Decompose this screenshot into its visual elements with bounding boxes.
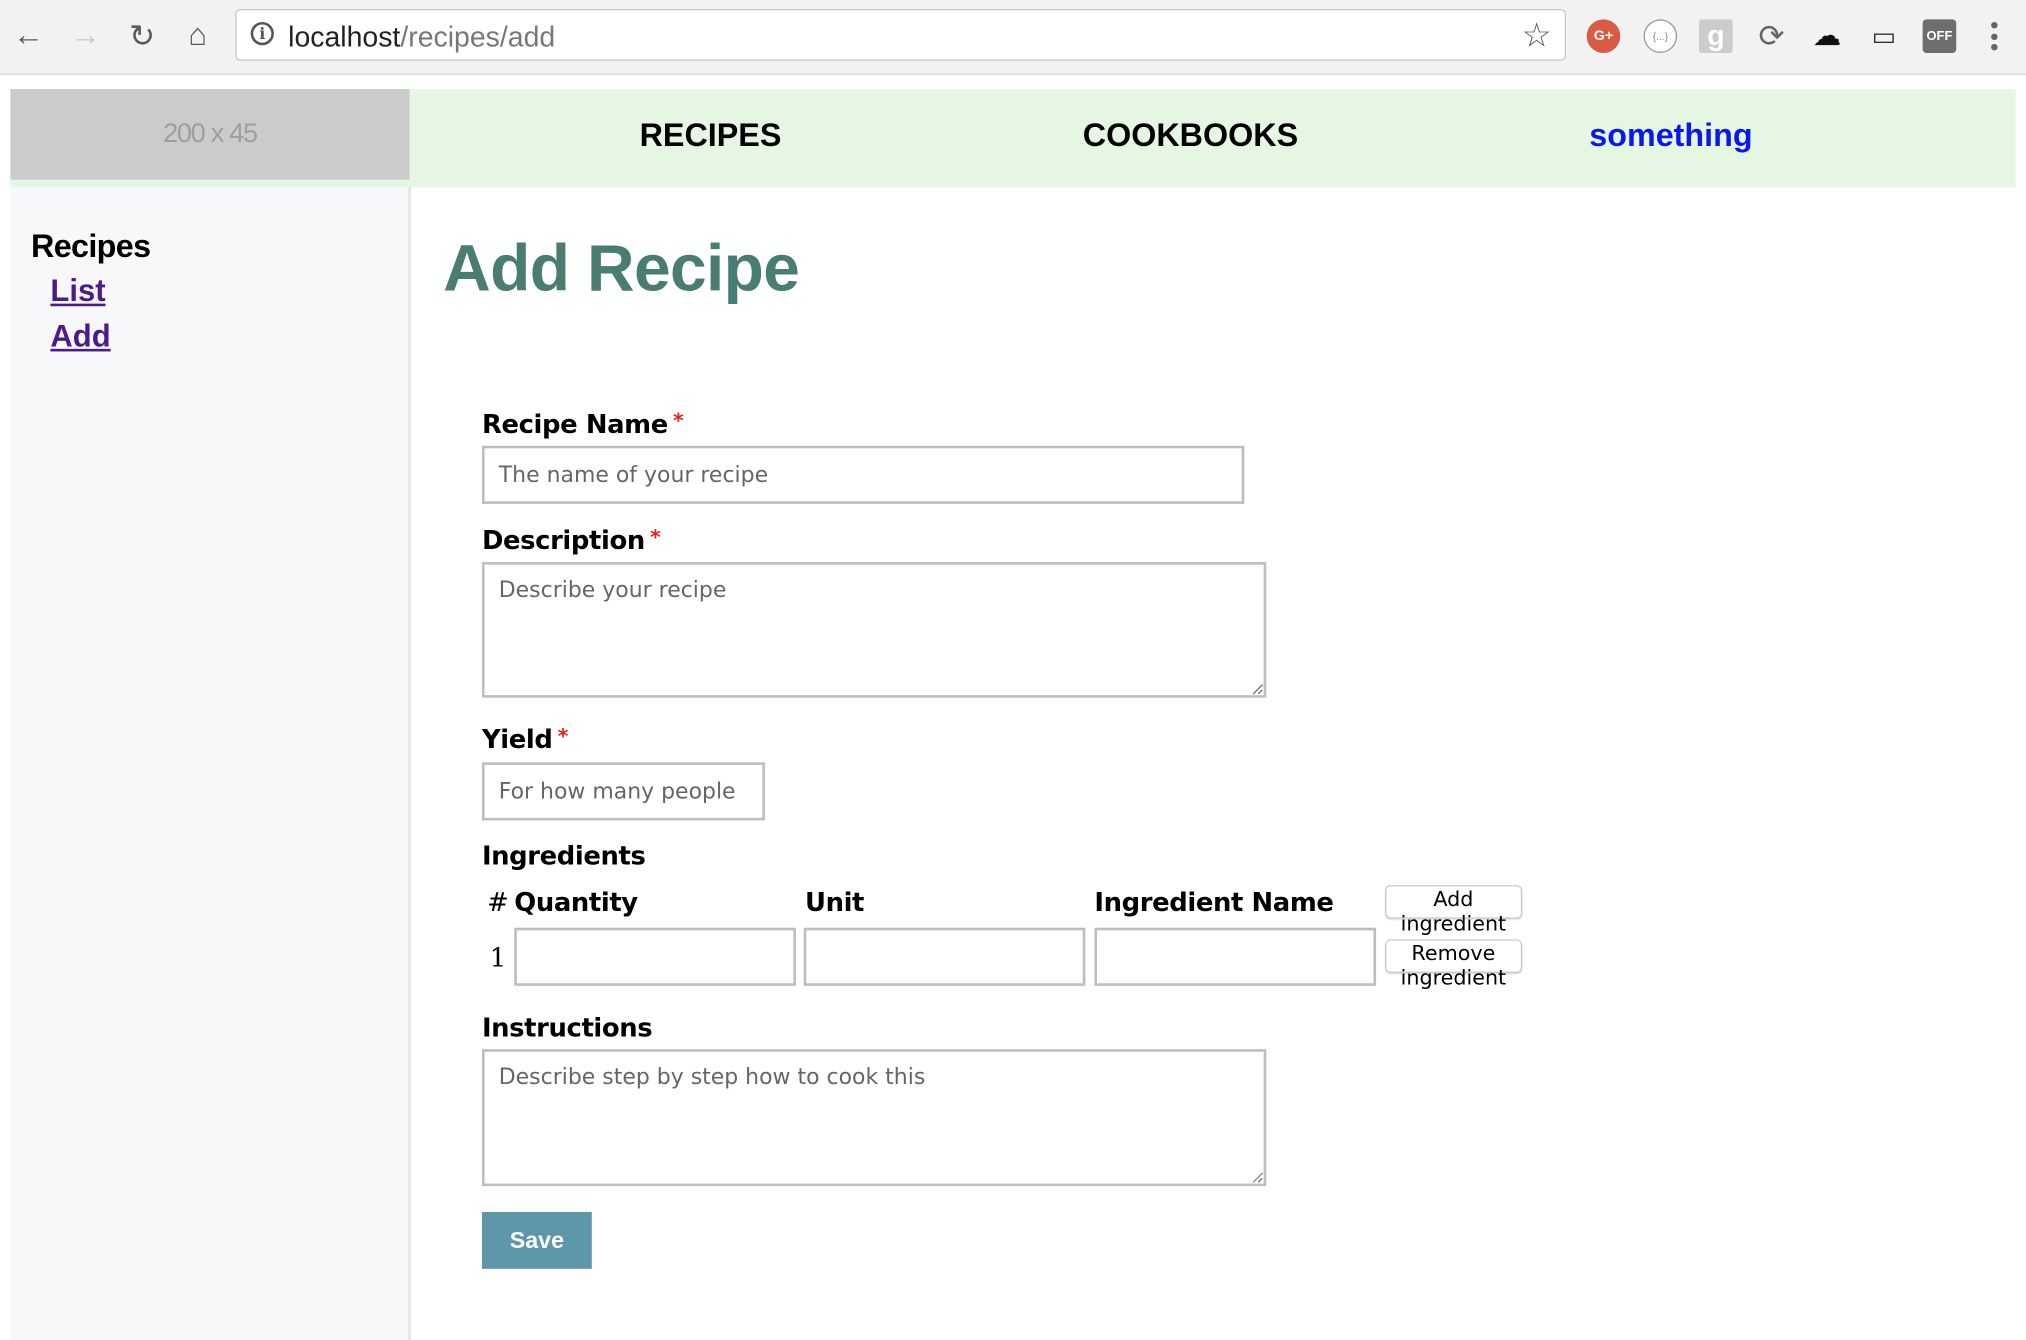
recipe-name-label-text: Recipe Name (481, 408, 668, 440)
nav-something[interactable]: something (1589, 118, 1752, 155)
description-textarea[interactable] (481, 562, 1267, 698)
logo-placeholder[interactable]: 200 x 45 (10, 89, 410, 180)
instructions-textarea[interactable] (481, 1049, 1267, 1187)
unit-header: Unit (804, 886, 865, 918)
required-marker: * (650, 524, 661, 550)
quantity-input[interactable] (514, 927, 796, 986)
home-button[interactable]: ⌂ (180, 18, 216, 54)
ingredient-name-header: Ingredient Name (1094, 886, 1334, 918)
forward-arrow-icon: → (69, 18, 101, 53)
forward-button[interactable]: → (67, 18, 103, 54)
star-icon[interactable]: ☆ (1522, 16, 1552, 56)
info-icon[interactable]: i (250, 21, 274, 46)
yield-label-text: Yield (481, 723, 553, 755)
sidebar: Recipes List Add (10, 187, 411, 1340)
remove-ingredient-button[interactable]: Remove ingredient (1385, 939, 1522, 990)
menu-dot (1990, 43, 1997, 51)
menu-dot (1990, 21, 1997, 29)
back-arrow-icon: ← (12, 18, 44, 53)
recipe-name-label: Recipe Name * (481, 408, 684, 440)
description-label-text: Description (481, 524, 645, 556)
add-ingredient-button[interactable]: Add ingredient (1385, 885, 1522, 935)
sync-icon[interactable]: ⟳ (1755, 19, 1789, 54)
ingredient-name-input[interactable] (1094, 927, 1377, 986)
nav-cookbooks[interactable]: COOKBOOKS (1083, 118, 1298, 155)
home-icon: ⌂ (188, 18, 208, 53)
address-bar[interactable]: i localhost/recipes/add ☆ (235, 9, 1567, 61)
instructions-label: Instructions (481, 1011, 653, 1043)
browser-window: ← → ↻ ⌂ i localhost/recipes/add ☆ G+ {..… (0, 0, 2026, 1340)
reload-button[interactable]: ↻ (124, 18, 160, 54)
sidebar-link-add[interactable]: Add (50, 319, 110, 355)
yield-label: Yield * (481, 723, 569, 755)
google-plus-icon[interactable]: G+ (1586, 19, 1621, 53)
ingredient-number-header: # (487, 886, 509, 918)
browser-toolbar: ← → ↻ ⌂ i localhost/recipes/add ☆ G+ {..… (0, 0, 2026, 75)
unit-input[interactable] (803, 927, 1086, 986)
ingredient-row-number: 1 (489, 941, 507, 973)
ingredients-label: Ingredients (481, 839, 646, 871)
required-marker: * (557, 723, 569, 749)
description-label: Description * (481, 524, 661, 556)
sidebar-title: Recipes (31, 228, 151, 265)
url-path: /recipes/add (400, 20, 556, 53)
url-host: localhost (288, 20, 401, 53)
browser-menu-button[interactable] (1985, 18, 2003, 54)
menu-dot (1990, 32, 1997, 40)
reload-icon: ↻ (129, 18, 156, 54)
top-navigation: 200 x 45 RECIPES COOKBOOKS something (10, 89, 2016, 188)
recipe-name-input[interactable] (481, 445, 1245, 504)
back-button[interactable]: ← (10, 18, 46, 54)
cast-icon[interactable]: ▭ (1867, 19, 1901, 53)
required-marker: * (672, 408, 684, 433)
page-title: Add Recipe (443, 231, 800, 305)
yield-input[interactable] (481, 762, 765, 821)
save-button[interactable]: Save (481, 1211, 592, 1269)
quantity-header: Quantity (514, 886, 638, 918)
sidebar-link-list[interactable]: List (50, 274, 105, 310)
add-account-icon[interactable]: ☁ (1810, 19, 1844, 53)
json-viewer-icon[interactable]: {...} (1643, 19, 1678, 53)
nav-recipes[interactable]: RECIPES (640, 118, 782, 155)
google-icon[interactable]: g (1699, 19, 1733, 53)
url-text[interactable]: localhost/recipes/add (288, 21, 555, 55)
off-toggle-icon[interactable]: OFF (1922, 19, 1957, 53)
